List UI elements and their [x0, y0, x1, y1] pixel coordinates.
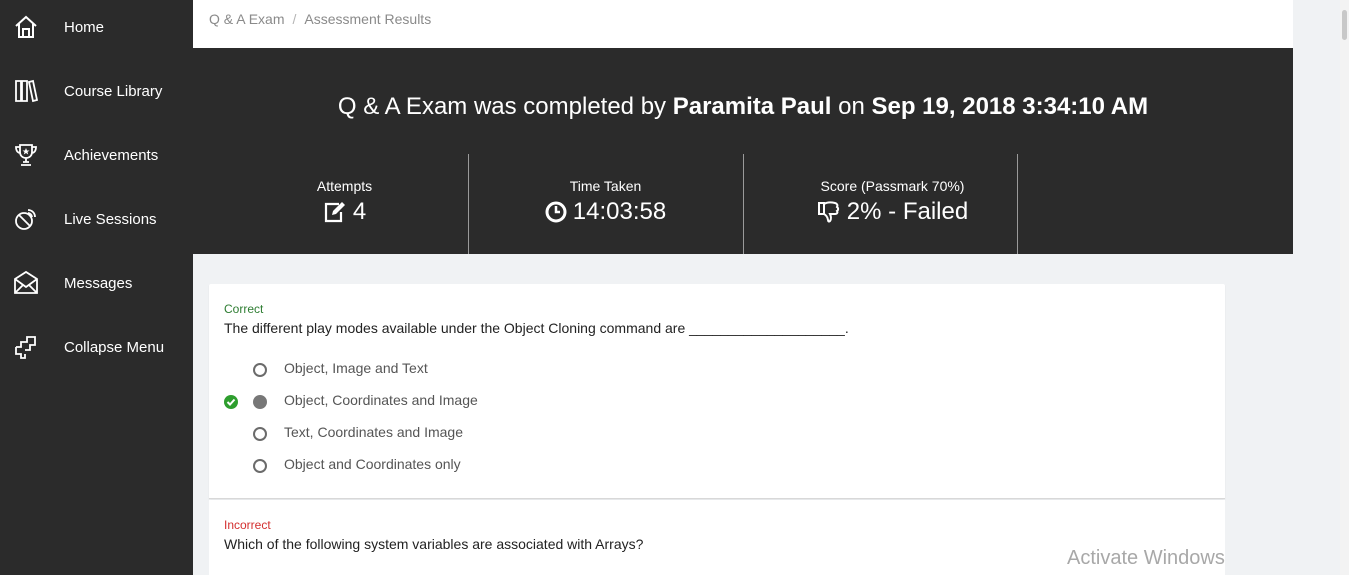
attempts-value: 4 [352, 198, 367, 225]
answer-option-text: Object, Coordinates and Image [284, 392, 478, 408]
breadcrumb: Q & A Exam / Assessment Results [209, 11, 431, 27]
sidebar-item-label: Messages [64, 274, 133, 292]
answer-option-selected[interactable]: Object, Coordinates and Image [224, 391, 824, 415]
radio-button[interactable] [253, 427, 267, 441]
scrollbar-thumb[interactable] [1342, 10, 1347, 40]
sidebar-item-label: Live Sessions [64, 210, 157, 228]
envelope-icon [12, 269, 40, 297]
score-label: Score (Passmark 70%) [820, 178, 965, 194]
answer-option-text: Object, Image and Text [284, 360, 428, 376]
stat-time-taken: Time Taken 14:03:58 [468, 154, 743, 254]
question-status-incorrect: Incorrect [224, 518, 271, 532]
edit-icon [323, 201, 347, 223]
stat-attempts: Attempts 4 [207, 154, 482, 254]
check-circle-icon [224, 395, 238, 409]
trophy-icon [12, 141, 40, 169]
breadcrumb-current: Assessment Results [304, 11, 432, 27]
home-icon [12, 13, 40, 41]
sidebar-item-achievements[interactable]: Achievements [0, 123, 193, 187]
sidebar-item-label: Course Library [64, 82, 163, 100]
score-value-row: 2% - Failed [755, 198, 1030, 226]
on-text: on [831, 93, 872, 120]
main-content: Q & A Exam / Assessment Results Q & A Ex… [193, 0, 1293, 575]
page-scrollbar[interactable] [1340, 0, 1349, 575]
breadcrumb-separator: / [292, 11, 297, 27]
thumbs-down-icon [817, 200, 841, 224]
breadcrumb-bar: Q & A Exam / Assessment Results [193, 0, 1293, 48]
stat-score: Score (Passmark 70%) 2% - Failed [755, 154, 1030, 254]
collapse-icon [12, 333, 40, 361]
time-taken-value-row: 14:03:58 [468, 198, 743, 226]
sidebar: Home Course Library Achievements Live Se… [0, 0, 193, 575]
sidebar-item-collapse-menu[interactable]: Collapse Menu [0, 315, 193, 379]
stat-divider [743, 154, 744, 254]
attempts-value-row: 4 [207, 198, 482, 226]
answer-option[interactable]: Text, Coordinates and Image [224, 423, 824, 447]
clock-icon [545, 201, 567, 223]
radio-button[interactable] [253, 363, 267, 377]
radio-button[interactable] [253, 459, 267, 473]
question-text: The different play modes available under… [224, 320, 849, 336]
answer-option-text: Object and Coordinates only [284, 456, 461, 472]
question-text: Which of the following system variables … [224, 536, 644, 552]
results-summary: Q & A Exam was completed by Paramita Pau… [193, 48, 1293, 254]
sidebar-item-messages[interactable]: Messages [0, 251, 193, 315]
answer-option[interactable]: Object, Image and Text [224, 359, 824, 383]
completed-by-text: was completed by [467, 93, 673, 120]
exam-name: Q & A Exam [337, 93, 468, 120]
stat-divider [1017, 154, 1018, 254]
sidebar-item-label: Achievements [64, 146, 159, 164]
results-title: Q & A Exam was completed by Paramita Pau… [193, 93, 1293, 121]
time-taken-label: Time Taken [569, 178, 642, 194]
sidebar-item-label: Collapse Menu [64, 338, 165, 356]
sidebar-item-label: Home [64, 18, 105, 36]
answer-option[interactable]: Object and Coordinates only [224, 455, 824, 479]
completion-date: Sep 19, 2018 3:34:10 AM [871, 93, 1149, 120]
breadcrumb-link-exam[interactable]: Q & A Exam [209, 11, 284, 27]
library-icon [12, 77, 40, 105]
time-taken-value: 14:03:58 [572, 198, 667, 225]
activate-windows-watermark: Activate Windows [1067, 547, 1225, 569]
attempts-label: Attempts [316, 178, 373, 194]
radio-button-selected[interactable] [253, 395, 267, 409]
sidebar-item-home[interactable]: Home [0, 0, 193, 59]
score-value: 2% - Failed [846, 198, 969, 225]
sidebar-item-course-library[interactable]: Course Library [0, 59, 193, 123]
user-name: Paramita Paul [672, 93, 832, 120]
broadcast-icon [12, 205, 40, 233]
question-card: Correct The different play modes availab… [209, 284, 1225, 499]
sidebar-item-live-sessions[interactable]: Live Sessions [0, 187, 193, 251]
answer-option-text: Text, Coordinates and Image [284, 424, 463, 440]
question-status-correct: Correct [224, 302, 264, 316]
